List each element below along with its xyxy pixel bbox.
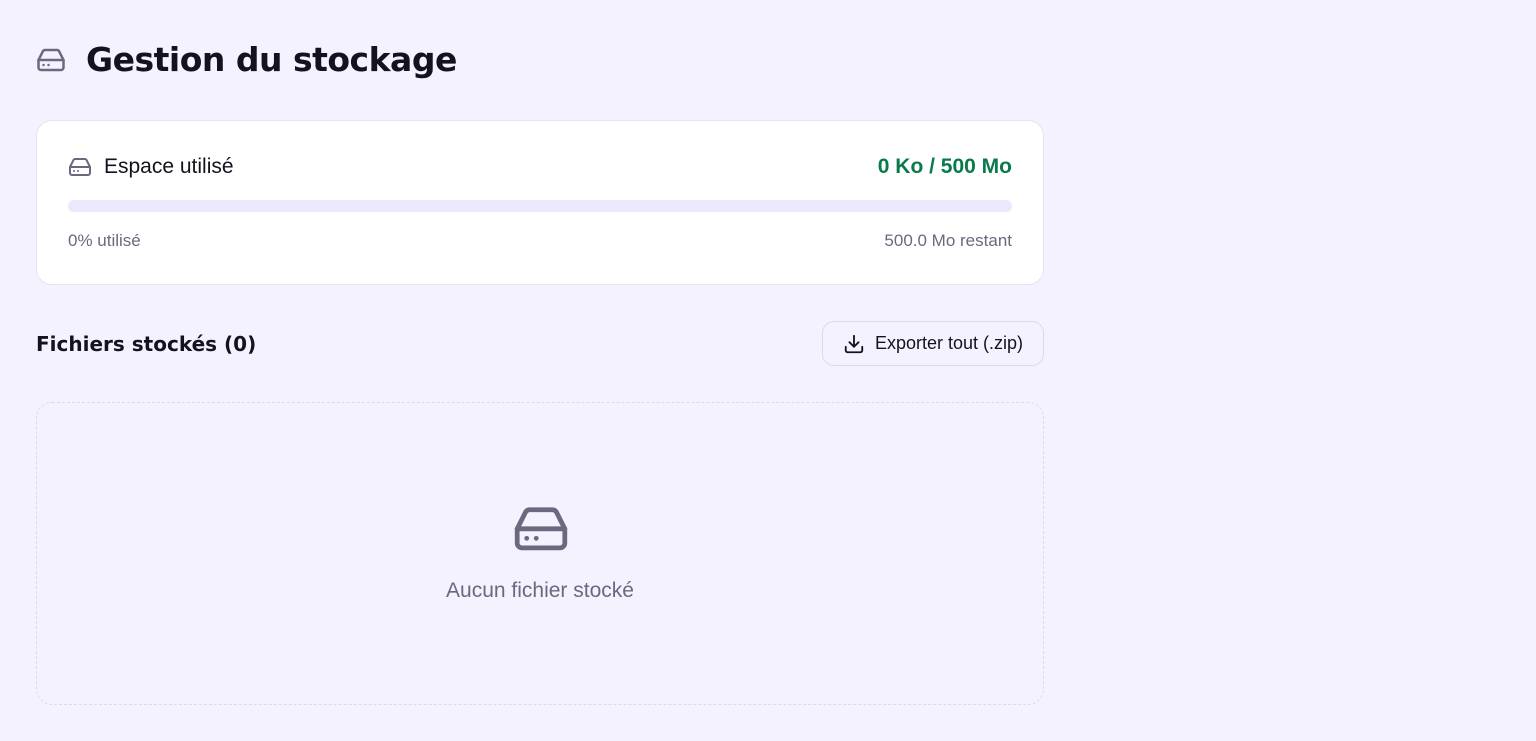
download-icon	[844, 334, 864, 353]
used-percent-text: 0% utilisé	[68, 231, 141, 250]
storage-page: Gestion du stockage Espace utilisé 0 Ko …	[0, 0, 1536, 741]
page-title: Gestion du stockage	[86, 40, 457, 79]
hard-drive-icon	[37, 48, 65, 72]
storage-progress-bar	[68, 200, 1012, 212]
storage-usage-card: Espace utilisé 0 Ko / 500 Mo 0% utilisé …	[36, 120, 1044, 285]
usage-footer: 0% utilisé 500.0 Mo restant	[68, 231, 1012, 251]
export-all-button[interactable]: Exporter tout (.zip)	[822, 321, 1044, 366]
hard-drive-icon	[69, 158, 91, 176]
hard-drive-icon	[514, 507, 568, 551]
files-title: Fichiers stockés (0)	[36, 331, 257, 356]
export-all-label: Exporter tout (.zip)	[874, 333, 1024, 353]
usage-header: Espace utilisé 0 Ko / 500 Mo	[68, 153, 1012, 181]
files-header: Fichiers stockés (0) Exporter tout (.zip…	[36, 321, 1044, 366]
remaining-text: 500.0 Mo restant	[884, 231, 1012, 250]
usage-value: 0 Ko / 500 Mo	[877, 155, 1012, 178]
page-header: Gestion du stockage	[36, 38, 457, 82]
usage-label-group: Espace utilisé	[68, 155, 234, 179]
usage-label: Espace utilisé	[104, 155, 234, 178]
files-empty-state: Aucun fichier stocké	[36, 402, 1044, 705]
empty-state-text: Aucun fichier stocké	[446, 579, 634, 602]
